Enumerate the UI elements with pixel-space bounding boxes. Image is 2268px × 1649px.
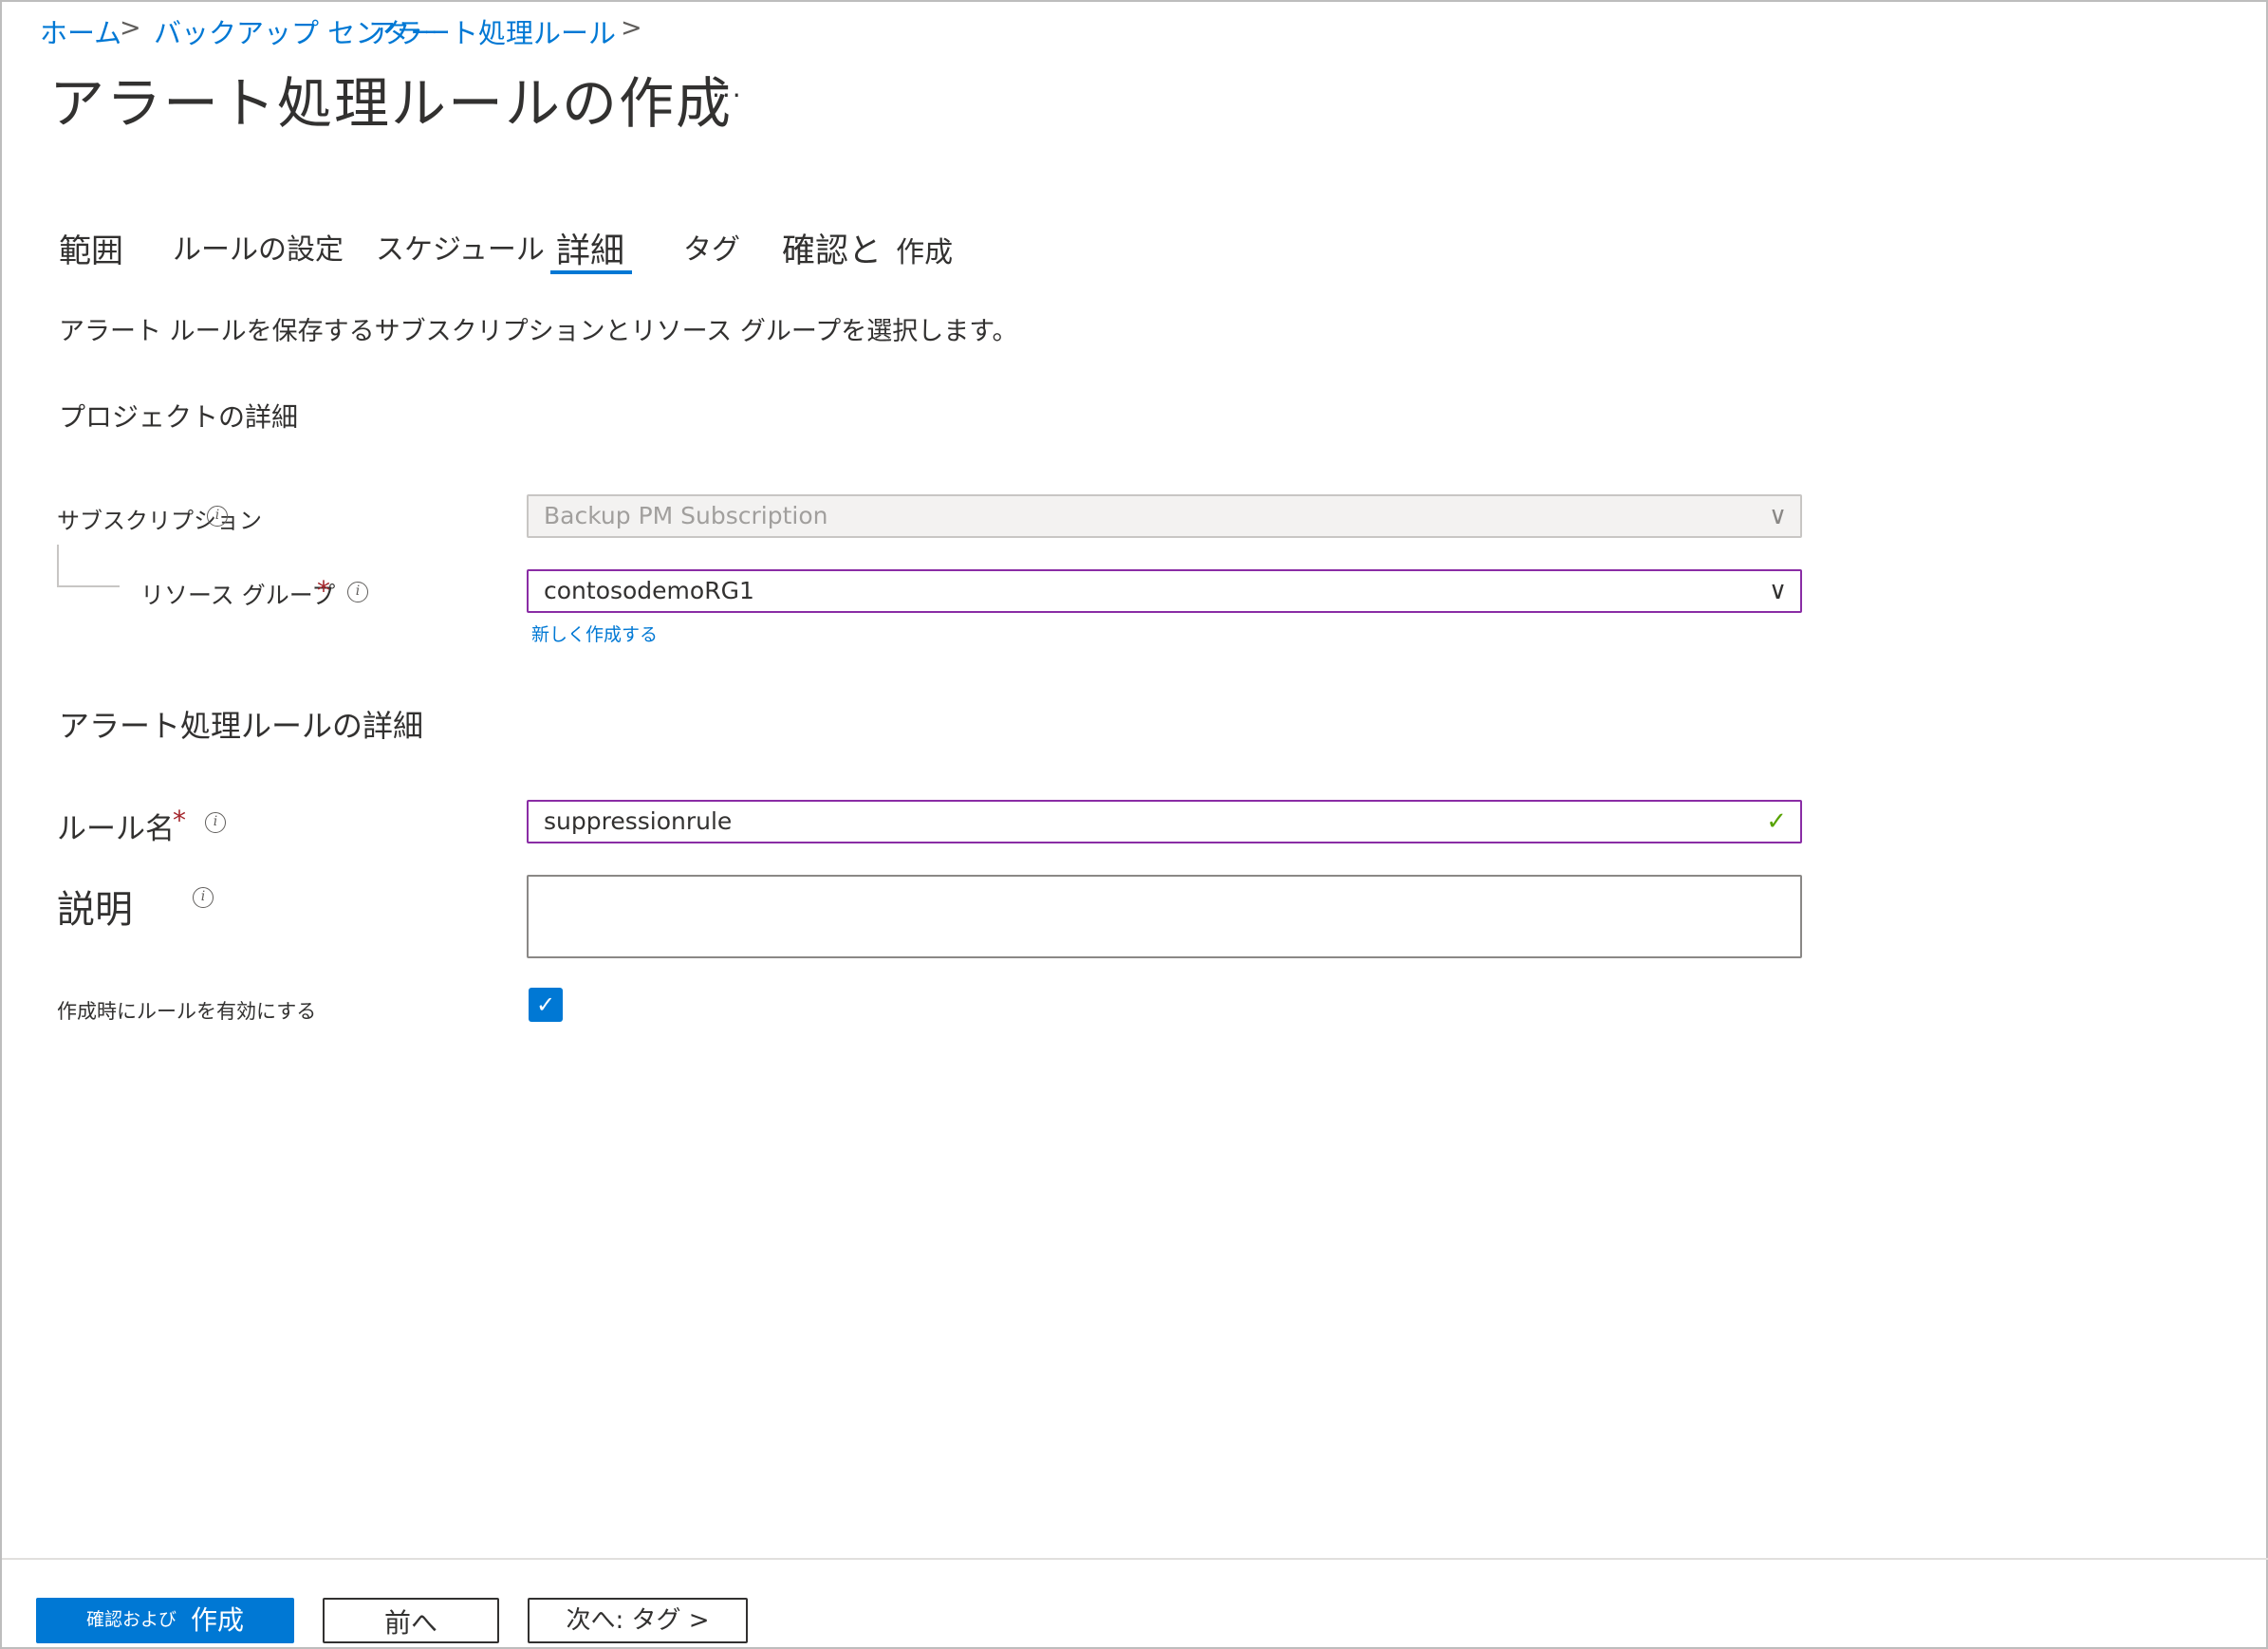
create-new-resource-group-link[interactable]: 新しく作成する: [531, 621, 658, 646]
next-button-label: 次へ: タグ >: [566, 1606, 710, 1635]
rule-name-info-icon[interactable]: i: [205, 812, 226, 833]
tab-details[interactable]: 詳細: [556, 223, 624, 272]
breadcrumb-separator: >: [120, 13, 141, 43]
review-create-label-small: 確認および: [85, 1609, 177, 1630]
tab-rule-settings[interactable]: ルールの設定: [173, 226, 344, 268]
resource-group-info-icon[interactable]: i: [347, 582, 368, 602]
tab-review-create-label-1: 確認と: [782, 232, 883, 270]
footer-divider: [2, 1558, 2268, 1560]
breadcrumb-separator: >: [621, 13, 642, 43]
required-indicator: *: [317, 575, 330, 606]
resource-group-value: contosodemoRG1: [544, 577, 754, 604]
required-indicator: *: [173, 805, 186, 836]
tab-tags[interactable]: タグ: [683, 226, 740, 268]
description-info-icon[interactable]: i: [193, 887, 214, 908]
rule-name-value: suppressionrule: [544, 807, 733, 835]
project-details-heading: プロジェクトの詳細: [59, 401, 299, 433]
review-create-button[interactable]: 確認および 作成: [36, 1598, 294, 1643]
tab-review-create-label-2: 作成: [896, 236, 954, 269]
tab-review-create[interactable]: 確認と 作成: [782, 224, 953, 272]
page-title: アラート処理ルールの作成: [49, 71, 734, 136]
resource-group-label: リソース グループ: [140, 582, 336, 609]
subscription-info-icon[interactable]: i: [207, 506, 228, 527]
next-tags-button[interactable]: 次へ: タグ >: [528, 1598, 748, 1643]
checkmark-icon: ✓: [1766, 807, 1787, 836]
description-textarea[interactable]: [527, 875, 1802, 958]
tree-connector: [57, 545, 59, 586]
tab-selected-indicator: [550, 270, 632, 274]
tab-schedule[interactable]: スケジュール: [376, 226, 545, 268]
tab-scope[interactable]: 範囲: [59, 225, 123, 271]
subscription-dropdown: Backup PM Subscription ∨: [527, 494, 1802, 538]
previous-button[interactable]: 前へ: [323, 1598, 499, 1643]
breadcrumb-home[interactable]: ホーム: [40, 11, 121, 51]
previous-button-label: 前へ: [383, 1607, 437, 1639]
rule-name-label: ルール名: [57, 812, 175, 846]
more-options-button[interactable]: ...: [712, 72, 743, 103]
chevron-down-icon: ∨: [1768, 502, 1787, 530]
window: ホーム > バックアップ センター アラート処理ルール > アラート処理ルールの…: [0, 0, 2268, 1649]
breadcrumb-alert-processing-rules[interactable]: アラート処理ルール: [368, 11, 616, 51]
subscription-label: サブスクリプション: [57, 508, 262, 534]
rule-name-input[interactable]: suppressionrule ✓: [527, 800, 1802, 843]
description-label: 説明: [57, 888, 133, 932]
enable-rule-label: 作成時にルールを有効にする: [57, 1000, 317, 1023]
page-description: アラート ルールを保存するサブスクリプションとリソース グループを選択します。: [59, 317, 1018, 346]
resource-group-dropdown[interactable]: contosodemoRG1 ∨: [527, 569, 1802, 613]
chevron-down-icon: ∨: [1768, 577, 1787, 605]
rule-details-heading: アラート処理ルールの詳細: [59, 708, 424, 744]
tree-connector: [57, 585, 120, 587]
checkmark-icon: ✓: [535, 991, 556, 1018]
enable-rule-checkbox[interactable]: ✓: [529, 988, 563, 1022]
subscription-value: Backup PM Subscription: [544, 502, 828, 529]
review-create-label-big: 作成: [191, 1604, 245, 1636]
